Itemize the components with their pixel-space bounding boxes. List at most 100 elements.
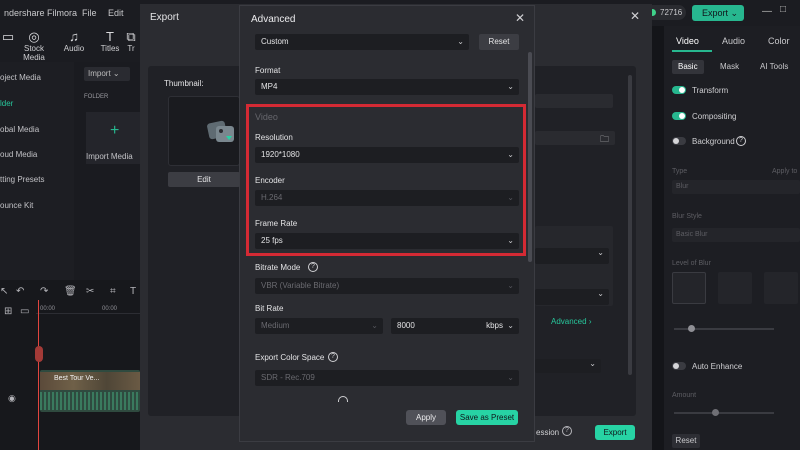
help-icon[interactable]: ? (562, 426, 572, 436)
help-icon[interactable]: ? (736, 136, 746, 146)
left-item-adjusting-presets[interactable]: tting Presets (0, 175, 44, 184)
thumbnail-label: Thumbnail: (164, 79, 204, 88)
chevron-down-icon: ⌄ (730, 8, 739, 18)
tab-video[interactable]: Video (676, 36, 699, 46)
redo-icon[interactable]: ↷ (40, 286, 48, 297)
eye-icon[interactable]: ◉ (8, 393, 16, 404)
import-dropdown[interactable]: Import ⌄ (84, 67, 130, 81)
menu-file[interactable]: File (82, 8, 97, 18)
link-icon[interactable]: ▭ (20, 306, 29, 317)
select-tool-icon[interactable]: ↖ (0, 286, 8, 297)
left-panel (0, 62, 74, 280)
format-select[interactable]: MP4 ⌄ (255, 79, 519, 95)
folder-label: FOLDER (84, 94, 109, 100)
tab-color[interactable]: Color (768, 36, 790, 46)
blur-level-option[interactable] (764, 272, 798, 304)
left-item-influence-kit[interactable]: ounce Kit (0, 201, 33, 210)
transitions-icon: ⧉ (126, 30, 136, 44)
playhead[interactable] (38, 300, 39, 450)
level-of-blur-label: Level of Blur (672, 260, 711, 267)
compositing-toggle[interactable] (672, 112, 686, 120)
auto-enhance-toggle[interactable] (672, 362, 686, 370)
chevron-down-icon: ⌄ (589, 359, 596, 368)
playhead-handle[interactable] (35, 346, 43, 362)
auto-enhance-label: Auto Enhance (692, 362, 743, 371)
export-select[interactable]: ⌄ (535, 248, 609, 264)
export-name-field[interactable] (535, 94, 613, 108)
bit-rate-unit: kbps (486, 321, 503, 330)
chevron-down-icon: ⌄ (507, 321, 514, 330)
import-media-label: Import Media (86, 152, 133, 161)
bit-rate-level-select[interactable]: Medium ⌄ (255, 318, 383, 334)
amount-slider-handle[interactable] (712, 409, 719, 416)
advanced-settings-link[interactable]: Advanced › (551, 317, 592, 326)
chevron-down-icon: ⌄ (457, 37, 464, 46)
blur-type-select[interactable]: Blur (672, 180, 800, 194)
active-tab-indicator (672, 50, 712, 52)
amount-slider-track[interactable] (674, 412, 774, 414)
session-label: ession (536, 428, 560, 437)
top-export-button[interactable]: Export ⌄ (692, 5, 744, 21)
add-track-icon[interactable]: ⊞ (4, 306, 12, 317)
toolbar-audio[interactable]: ♫ Audio (56, 30, 92, 54)
close-icon[interactable]: ✕ (630, 9, 640, 23)
subtab-basic[interactable]: Basic (672, 60, 704, 74)
reset-button[interactable]: Reset (672, 434, 700, 448)
export-scrollbar[interactable] (628, 75, 632, 375)
compositing-label: Compositing (692, 112, 737, 121)
toolbar-stock-media[interactable]: ◎ Stock Media (14, 29, 54, 63)
toolbar-transitions[interactable]: ⧉ Tr (122, 30, 140, 53)
crop-icon[interactable]: ⌗ (110, 286, 116, 297)
bit-rate-value-field[interactable]: 8000 kbps ⌄ (391, 318, 519, 334)
subtab-mask[interactable]: Mask (714, 60, 745, 74)
background-toggle[interactable] (672, 137, 686, 145)
blur-level-option[interactable] (672, 272, 706, 304)
blur-slider-handle[interactable] (688, 325, 695, 332)
thumbnail-edit-button[interactable]: Edit (168, 172, 240, 187)
help-icon[interactable]: ? (308, 262, 318, 272)
top-export-label: Export (702, 8, 729, 18)
preset-select[interactable]: Custom ⌄ (255, 34, 469, 50)
reset-button[interactable]: Reset (479, 34, 519, 50)
background-label: Background (692, 137, 735, 146)
close-icon[interactable]: ✕ (515, 11, 525, 25)
left-item-cloud-media[interactable]: oud Media (0, 150, 37, 159)
blur-style-label: Blur Style (672, 213, 702, 220)
save-as-preset-button[interactable]: Save as Preset (456, 410, 518, 425)
subtab-ai-tools[interactable]: AI Tools (754, 60, 794, 74)
blur-style-select[interactable]: Basic Blur (672, 228, 800, 242)
help-icon[interactable] (338, 396, 348, 402)
minimize-icon[interactable]: — (762, 6, 772, 17)
time-label: 00:00 (40, 306, 56, 312)
delete-icon[interactable]: 🗑 (64, 286, 77, 297)
export-select[interactable]: ⌄ (535, 359, 601, 373)
export-select[interactable]: ⌄ (535, 289, 609, 305)
apply-button[interactable]: Apply (406, 410, 446, 425)
left-item-global-media[interactable]: obal Media (0, 125, 39, 134)
undo-icon[interactable]: ↶ (16, 286, 24, 297)
type-label: Type (672, 168, 688, 175)
amount-label: Amount (672, 392, 697, 399)
text-tool-icon[interactable]: T (130, 286, 136, 297)
maximize-icon[interactable]: □ (780, 4, 786, 15)
bitrate-mode-select[interactable]: VBR (Variable Bitrate) ⌄ (255, 278, 519, 294)
stock-media-icon: ◎ (28, 29, 40, 44)
cut-icon[interactable]: ✂ (86, 286, 94, 297)
plus-icon: + (110, 122, 120, 139)
app-title: ndershare Filmora (4, 8, 78, 18)
chevron-down-icon: ⌄ (507, 281, 514, 290)
menu-edit[interactable]: Edit (108, 8, 124, 18)
tab-audio[interactable]: Audio (722, 36, 745, 46)
help-icon[interactable]: ? (328, 352, 338, 362)
transform-toggle[interactable] (672, 86, 686, 94)
left-item-folder[interactable]: lder (0, 99, 13, 108)
advanced-scrollbar[interactable] (528, 52, 532, 262)
left-item-project-media[interactable]: oject Media (0, 73, 41, 82)
color-space-select[interactable]: SDR - Rec.709 ⌄ (255, 370, 519, 386)
blur-level-option[interactable] (718, 272, 752, 304)
apply-to-all[interactable]: Apply to (772, 168, 797, 175)
folder-icon[interactable]: 🗀 (600, 132, 609, 148)
export-button[interactable]: Export (595, 425, 635, 440)
advanced-dialog-title: Advanced (251, 14, 296, 25)
time-label: 00:00 (102, 306, 118, 312)
